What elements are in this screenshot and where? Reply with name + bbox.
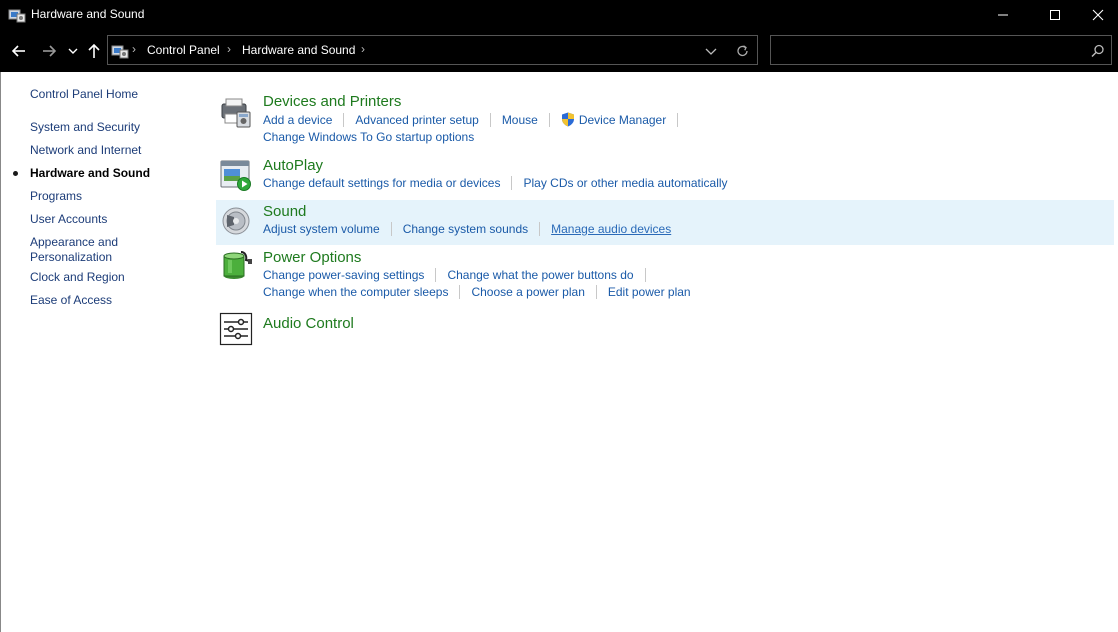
sliders-icon[interactable] <box>219 312 253 346</box>
refresh-button[interactable] <box>734 42 752 60</box>
left-navigation-pane: Control Panel Home System and Security N… <box>0 72 200 632</box>
change-power-buttons-link[interactable]: Change what the power buttons do <box>447 268 633 282</box>
choose-power-plan-link[interactable]: Choose a power plan <box>471 285 584 299</box>
uac-shield-icon <box>561 112 575 127</box>
sidebar-item-appearance-and-personalization-line2[interactable]: Personalization <box>30 250 112 264</box>
sidebar-item-programs[interactable]: Programs <box>30 189 82 203</box>
back-button[interactable] <box>8 39 30 63</box>
category-audio-control: Audio Control <box>216 310 1114 350</box>
adjust-system-volume-link[interactable]: Adjust system volume <box>263 222 380 236</box>
change-default-media-settings-link[interactable]: Change default settings for media or dev… <box>263 176 500 190</box>
sound-title[interactable]: Sound <box>263 203 306 220</box>
audio-control-title[interactable]: Audio Control <box>263 315 354 332</box>
link-divider <box>548 112 550 127</box>
printer-icon[interactable] <box>219 96 253 130</box>
forward-button[interactable] <box>38 39 60 63</box>
change-power-saving-settings-link[interactable]: Change power-saving settings <box>263 268 424 282</box>
breadcrumb-separator-icon[interactable]: › <box>132 42 136 56</box>
devices-links-row-1: Add a device Advanced printer setup Mous… <box>263 112 689 127</box>
breadcrumb-control-panel[interactable]: Control Panel <box>147 43 220 57</box>
breadcrumb-hardware-and-sound[interactable]: Hardware and Sound <box>242 43 355 57</box>
link-divider <box>489 112 491 127</box>
link-divider <box>677 112 679 127</box>
change-system-sounds-link[interactable]: Change system sounds <box>403 222 528 236</box>
sidebar-item-clock-and-region[interactable]: Clock and Region <box>30 270 125 284</box>
link-divider <box>390 222 392 236</box>
chevron-down-icon <box>68 48 78 54</box>
manage-audio-devices-link[interactable]: Manage audio devices <box>551 222 671 236</box>
power-links-row-2: Change when the computer sleeps Choose a… <box>263 285 691 299</box>
sidebar-item-hardware-and-sound[interactable]: Hardware and Sound <box>30 166 150 180</box>
sidebar-item-system-and-security[interactable]: System and Security <box>30 120 140 134</box>
change-computer-sleep-link[interactable]: Change when the computer sleeps <box>263 285 448 299</box>
speaker-icon[interactable] <box>219 204 253 238</box>
link-divider <box>459 285 461 299</box>
power-options-title[interactable]: Power Options <box>263 249 361 266</box>
up-button[interactable] <box>84 39 104 63</box>
breadcrumb-separator-icon[interactable]: › <box>227 42 231 56</box>
title-bar: Hardware and Sound <box>0 0 1118 30</box>
arrow-right-icon <box>43 45 57 57</box>
change-windows-to-go-link[interactable]: Change Windows To Go startup options <box>263 130 474 144</box>
arrow-up-icon <box>88 43 100 58</box>
battery-icon[interactable] <box>219 248 253 282</box>
refresh-icon <box>737 45 748 57</box>
arrow-left-icon <box>11 45 25 57</box>
link-divider <box>595 285 597 299</box>
category-sound: Sound Adjust system volume Change system… <box>216 200 1114 245</box>
category-devices-and-printers: Devices and Printers Add a device Advanc… <box>216 90 1114 150</box>
mouse-link[interactable]: Mouse <box>502 113 538 127</box>
window-title: Hardware and Sound <box>31 7 145 21</box>
link-divider <box>511 176 513 190</box>
sidebar-item-control-panel-home[interactable]: Control Panel Home <box>30 87 138 101</box>
breadcrumb-separator-icon[interactable]: › <box>361 42 365 56</box>
sidebar-item-ease-of-access[interactable]: Ease of Access <box>30 293 112 307</box>
address-dropdown-button[interactable] <box>703 43 719 59</box>
maximize-button[interactable] <box>1032 0 1078 30</box>
category-autoplay: AutoPlay Change default settings for med… <box>216 154 1114 198</box>
sidebar-item-user-accounts[interactable]: User Accounts <box>30 212 107 226</box>
maximize-icon <box>1050 10 1060 20</box>
autoplay-icon[interactable] <box>219 158 253 192</box>
chevron-down-icon <box>705 48 717 55</box>
navigation-bar: › Control Panel › Hardware and Sound › <box>0 30 1118 72</box>
search-input[interactable] <box>770 35 1112 65</box>
autoplay-title[interactable]: AutoPlay <box>263 157 323 174</box>
sound-links-row: Adjust system volume Change system sound… <box>263 222 671 236</box>
devices-and-printers-title[interactable]: Devices and Printers <box>263 93 401 110</box>
device-manager-link[interactable]: Device Manager <box>579 113 666 127</box>
control-panel-icon <box>8 6 26 24</box>
recent-locations-button[interactable] <box>65 39 81 63</box>
autoplay-links-row: Change default settings for media or dev… <box>263 176 728 190</box>
edit-power-plan-link[interactable]: Edit power plan <box>608 285 691 299</box>
advanced-printer-setup-link[interactable]: Advanced printer setup <box>355 113 478 127</box>
sidebar-item-appearance-and-personalization[interactable]: Appearance and <box>30 235 118 249</box>
close-button[interactable] <box>1075 0 1118 30</box>
address-bar[interactable]: › Control Panel › Hardware and Sound › <box>107 35 758 65</box>
link-divider <box>539 222 541 236</box>
link-divider <box>435 268 437 282</box>
search-icon[interactable] <box>1089 42 1107 60</box>
sidebar-item-network-and-internet[interactable]: Network and Internet <box>30 143 141 157</box>
link-divider <box>343 112 345 127</box>
control-panel-icon <box>111 42 129 60</box>
close-icon <box>1092 9 1104 21</box>
devices-links-row-2: Change Windows To Go startup options <box>263 130 474 144</box>
minimize-icon <box>998 14 1008 16</box>
category-power-options: Power Options Change power-saving settin… <box>216 246 1114 306</box>
current-item-bullet-icon <box>13 171 18 176</box>
power-links-row-1: Change power-saving settings Change what… <box>263 268 657 282</box>
add-a-device-link[interactable]: Add a device <box>263 113 332 127</box>
link-divider <box>644 268 646 282</box>
minimize-button[interactable] <box>980 0 1026 30</box>
play-cds-automatically-link[interactable]: Play CDs or other media automatically <box>523 176 727 190</box>
